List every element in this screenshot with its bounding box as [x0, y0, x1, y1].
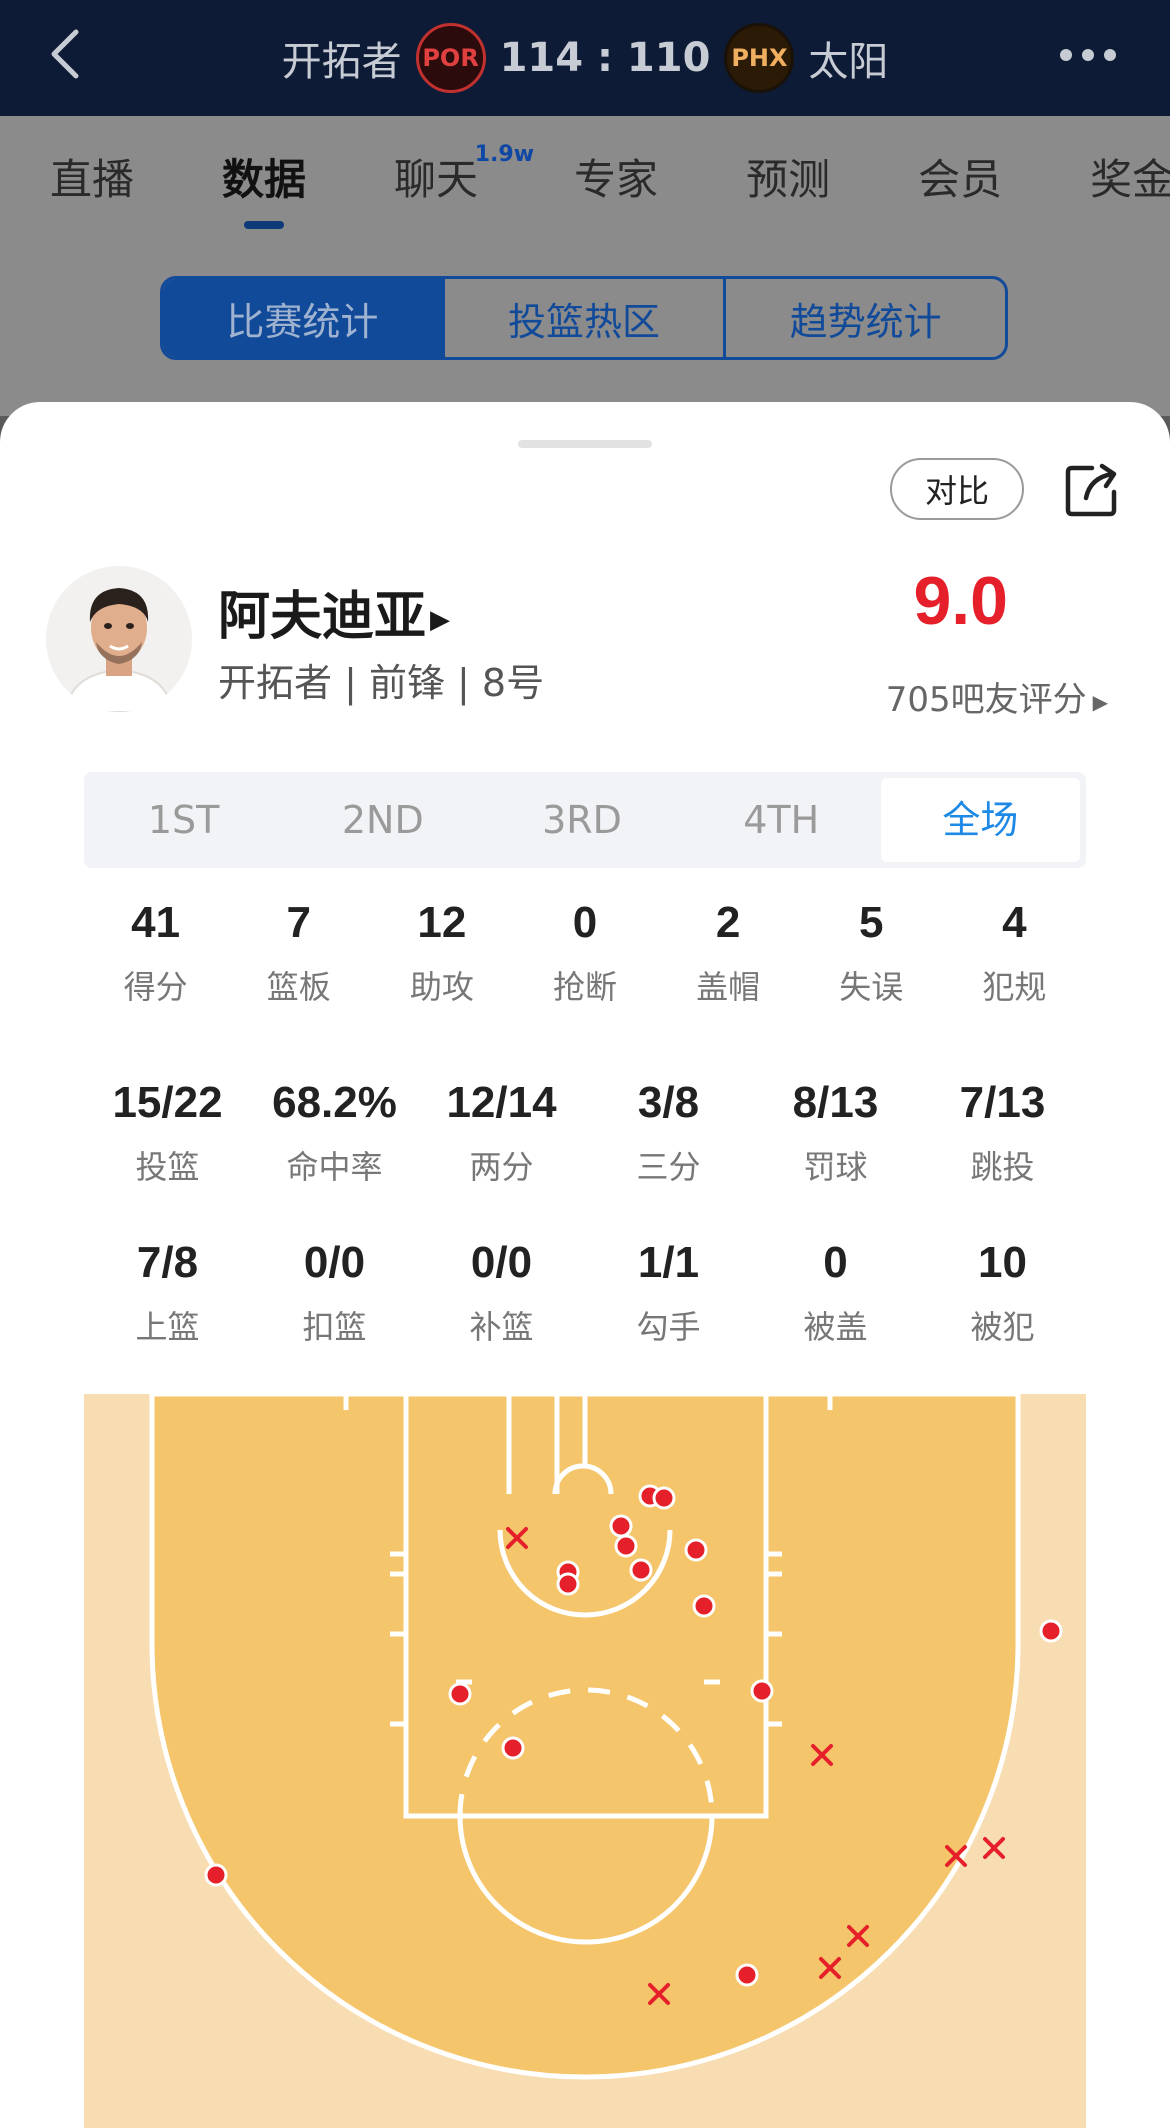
player-avatar[interactable]: [46, 566, 192, 712]
rating-count-label: 705吧友评分: [885, 680, 1087, 720]
shot-chart-court: [84, 1394, 1086, 2128]
stat-steals: 0 抢断: [552, 898, 617, 1006]
player-name: 阿夫迪亚: [218, 587, 427, 647]
game-header: 开拓者 POR 114 : 110 PHX 太阳: [0, 0, 1170, 116]
made-shot-marker: [501, 1736, 525, 1760]
stat-fg: 15/22 投篮: [112, 1078, 223, 1186]
period-tabs: 1ST 2ND 3RD 4TH 全场: [84, 772, 1086, 868]
stat-fouled: 10 被犯: [970, 1238, 1035, 1346]
stat-dunks: 0/0 扣篮: [302, 1238, 367, 1346]
made-shot-marker: [609, 1514, 633, 1538]
score-title: 开拓者 POR 114 : 110 PHX 太阳: [0, 0, 1170, 116]
sheet-drag-handle[interactable]: [518, 440, 652, 448]
tab-predict[interactable]: 预测: [746, 146, 830, 207]
segment-trend-stats[interactable]: 趋势统计: [723, 279, 1005, 357]
made-shot-marker: [692, 1594, 716, 1618]
score: 114 : 110: [499, 35, 711, 81]
main-tabs: 直播 数据 聊天 1.9w 专家 预测 会员 奖金: [0, 116, 1170, 236]
made-shot-marker: [556, 1572, 580, 1596]
stat-hooks: 1/1 勾手: [636, 1238, 701, 1346]
stats-row-shot-types: 7/8 上篮 0/0 扣篮 0/0 补篮 1/1 勾手 0 被盖 10 被犯: [84, 1238, 1086, 1348]
stat-layups: 7/8 上篮: [135, 1238, 200, 1346]
away-team-logo: PHX: [724, 23, 795, 93]
arrow-right-icon: ▶: [1092, 689, 1108, 714]
chat-count-badge: 1.9w: [474, 141, 535, 167]
made-shot-marker: [1039, 1619, 1063, 1643]
stats-row-shooting: 15/22 投篮 68.2% 命中率 12/14 两分 3/8 三分 8/13 罚球 7/…: [84, 1078, 1086, 1188]
stats-segment-control: 比赛统计 投篮热区 趋势统计: [160, 276, 1008, 360]
background-content: 直播 数据 聊天 1.9w 专家 预测 会员 奖金 比赛统计 投篮热区 趋势统计: [0, 116, 1170, 416]
compare-button[interactable]: 对比: [890, 458, 1024, 520]
stat-fouls: 4 犯规: [982, 898, 1047, 1006]
stat-fg-pct: 68.2% 命中率: [272, 1078, 397, 1186]
made-shot-marker: [652, 1486, 676, 1510]
home-team-name: 开拓者: [281, 39, 402, 85]
made-shot-marker: [684, 1538, 708, 1562]
home-team-logo: POR: [415, 23, 486, 93]
stat-tipins: 0/0 补篮: [469, 1238, 534, 1346]
stat-assists: 12 助攻: [409, 898, 474, 1006]
tab-chat[interactable]: 聊天 1.9w: [394, 142, 534, 207]
stat-3pt: 3/8 三分: [636, 1078, 701, 1186]
tab-member[interactable]: 会员: [918, 146, 1002, 207]
period-tab-1st[interactable]: 1ST: [84, 798, 283, 842]
made-shot-marker: [448, 1682, 472, 1706]
period-tab-2nd[interactable]: 2ND: [283, 798, 482, 842]
made-shot-marker: [629, 1558, 653, 1582]
tab-expert[interactable]: 专家: [574, 146, 658, 207]
period-tab-3rd[interactable]: 3RD: [482, 798, 681, 842]
tab-bonus[interactable]: 奖金: [1090, 146, 1170, 207]
stat-points: 41 得分: [123, 898, 188, 1006]
rating-link[interactable]: 705吧友评分 ▶: [886, 672, 1108, 721]
stat-2pt: 12/14 两分: [446, 1078, 557, 1186]
away-team-name: 太阳: [808, 39, 889, 85]
more-icon[interactable]: [1060, 30, 1130, 80]
player-stats-sheet: 对比 阿夫迪亚 ▶ 开拓者 | 前锋 | 8号 9.0 705吧友评分 ▶ 1ST …: [0, 402, 1170, 2128]
period-tab-full-game[interactable]: 全场: [880, 778, 1081, 862]
arrow-right-icon: ▶: [430, 605, 451, 635]
stats-row-basic: 41 得分 7 篮板 12 助攻 0 抢断 2 盖帽 5 失误 4 犯规: [84, 898, 1086, 1008]
stat-ft: 8/13 罚球: [792, 1078, 879, 1186]
stat-rebounds: 7 篮板: [266, 898, 331, 1006]
period-tab-4th[interactable]: 4TH: [682, 798, 881, 842]
made-shot-marker: [204, 1863, 228, 1887]
stat-blocks: 2 盖帽: [696, 898, 761, 1006]
made-shot-marker: [614, 1534, 638, 1558]
made-shot-marker: [735, 1963, 759, 1987]
segment-game-stats[interactable]: 比赛统计: [163, 279, 442, 357]
tab-live[interactable]: 直播: [50, 146, 134, 207]
player-info: 开拓者 | 前锋 | 8号: [218, 661, 545, 705]
tab-data[interactable]: 数据: [222, 146, 306, 229]
share-icon[interactable]: [1062, 460, 1122, 520]
segment-shot-zones[interactable]: 投篮热区: [441, 279, 724, 357]
player-name-link[interactable]: 阿夫迪亚 ▶: [218, 574, 450, 649]
stat-blocked: 0 被盖: [803, 1238, 868, 1346]
player-rating: 9.0: [913, 563, 1008, 639]
stat-jumpers: 7/13 跳投: [959, 1078, 1046, 1186]
stat-turnovers: 5 失误: [839, 898, 904, 1006]
made-shot-marker: [750, 1679, 774, 1703]
player-photo: [46, 566, 192, 712]
